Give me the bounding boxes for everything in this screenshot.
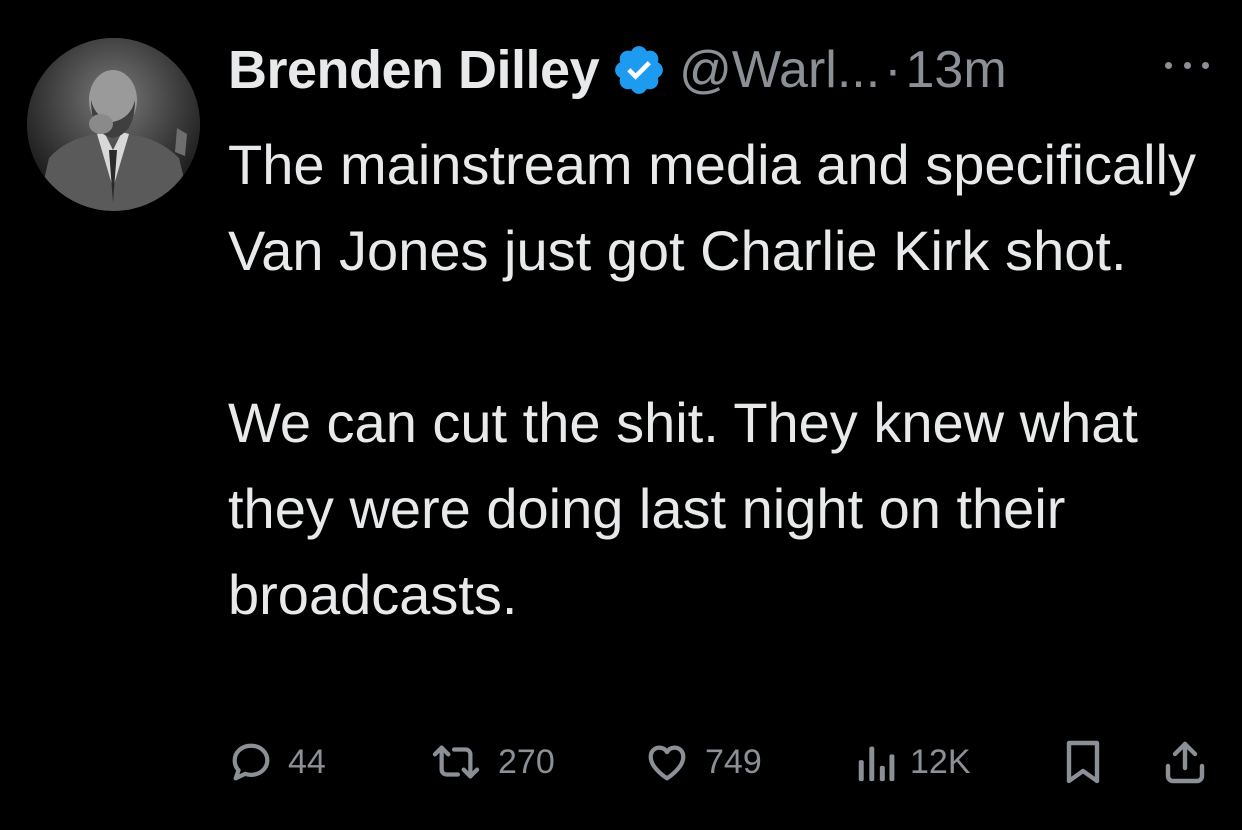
retweet-button[interactable]: 270 [428,738,555,786]
reply-button[interactable]: 44 [228,738,326,786]
author-handle[interactable]: @Warl... [679,40,880,100]
tweet-text: The mainstream media and specifically Va… [228,122,1228,638]
like-button[interactable]: 749 [643,738,762,786]
avatar[interactable] [27,38,200,211]
heart-icon [648,745,686,781]
views-button[interactable]: 12K [856,738,971,786]
retweet-count: 270 [498,742,555,781]
bookmark-button[interactable] [1063,738,1103,786]
separator-dot: · [884,41,902,99]
avatar-photo [27,38,200,211]
more-dots-icon[interactable] [1165,50,1209,80]
tweet-paragraph: We can cut the shit. They knew what they… [228,391,1138,626]
reply-bubble-icon [232,743,270,781]
views-bar-chart-icon [858,746,895,782]
tweet-card[interactable]: Brenden Dilley @Warl... · 13m The mainst… [0,0,1242,830]
bookmark-icon [1066,740,1100,784]
share-upload-icon [1165,741,1205,784]
like-count: 749 [705,742,762,781]
display-name[interactable]: Brenden Dilley [228,39,600,101]
tweet-paragraph: The mainstream media and specifically Va… [228,133,1196,282]
share-button[interactable] [1163,738,1207,786]
retweet-icon [432,745,480,779]
dot [1183,61,1191,69]
views-count: 12K [910,742,971,781]
dot [1202,61,1209,69]
reply-count: 44 [288,742,326,781]
action-bar: 44 270 749 12K [228,738,1218,786]
verified-badge-icon [611,42,667,98]
tweet-header: Brenden Dilley @Warl... · 13m [228,30,1007,110]
tweet-timestamp[interactable]: 13m [906,40,1007,100]
dot [1165,61,1172,69]
